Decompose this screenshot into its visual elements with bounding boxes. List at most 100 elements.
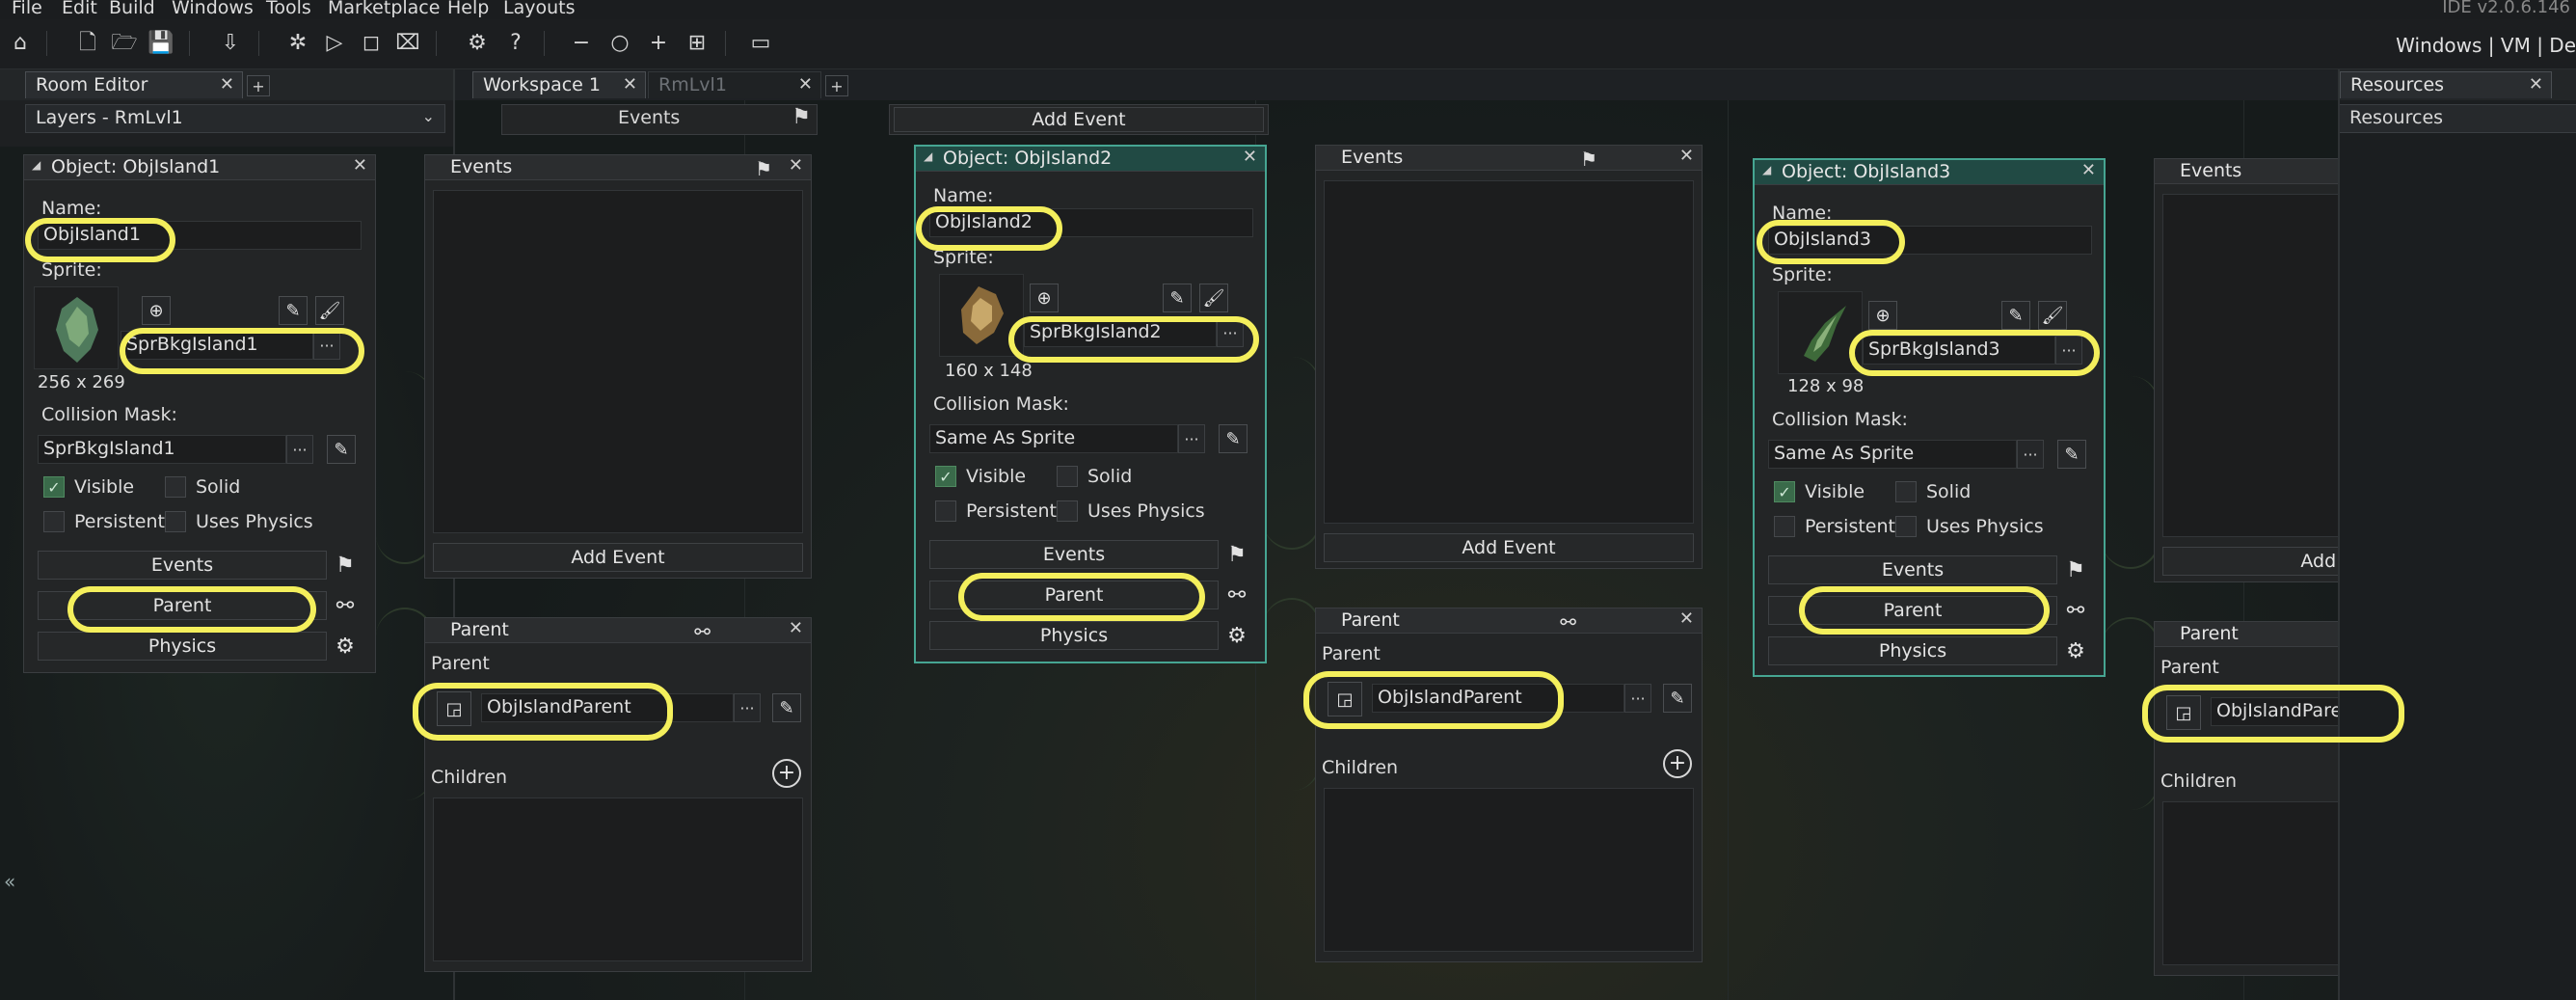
- uses-physics-checkbox[interactable]: [1895, 516, 1917, 537]
- name-field[interactable]: ObjIsland3: [1768, 226, 2092, 255]
- collision-mask-field[interactable]: Same As Sprite: [1768, 440, 2017, 469]
- solid-checkbox[interactable]: [165, 476, 186, 498]
- parent-browse-button[interactable]: ···: [1624, 684, 1651, 713]
- add-event-button[interactable]: Add Event: [1324, 533, 1694, 562]
- layers-dropdown[interactable]: Layers - RmLvl1 ⌄: [25, 104, 445, 133]
- physics-button[interactable]: Physics: [38, 632, 327, 661]
- parent-button[interactable]: Parent: [1768, 596, 2057, 625]
- new-sprite-icon[interactable]: ⊕: [1030, 284, 1059, 312]
- events-list[interactable]: [1324, 180, 1694, 524]
- visible-checkbox[interactable]: ✓: [935, 466, 956, 487]
- parent-tree-icon[interactable]: ⚯: [1222, 581, 1251, 609]
- menu-help[interactable]: Help: [447, 0, 489, 18]
- persistent-checkbox[interactable]: [43, 511, 65, 532]
- menu-layouts[interactable]: Layouts: [503, 0, 576, 18]
- collision-mask-field[interactable]: SprBkgIsland1: [38, 435, 286, 464]
- parent-tree-icon[interactable]: ⚯: [2061, 596, 2090, 625]
- window-header[interactable]: Parent ⚯ ✕: [1316, 608, 1702, 634]
- visible-checkbox[interactable]: ✓: [43, 476, 65, 498]
- sprite-field[interactable]: SprBkgIsland3: [1863, 336, 2055, 365]
- parent-button[interactable]: Parent: [929, 581, 1219, 609]
- name-field[interactable]: ObjIsland1: [38, 221, 362, 250]
- persistent-checkbox[interactable]: [935, 500, 956, 522]
- sprite-thumbnail[interactable]: [34, 286, 119, 369]
- sprite-browse-button[interactable]: ···: [313, 331, 340, 360]
- tab-resources[interactable]: Resources ✕: [2340, 71, 2552, 98]
- zoom-reset-icon[interactable]: ○: [605, 29, 634, 58]
- add-event-button[interactable]: Add Event: [433, 543, 803, 572]
- menu-edit[interactable]: Edit: [62, 0, 97, 18]
- physics-button[interactable]: Physics: [929, 621, 1219, 650]
- close-icon[interactable]: ✕: [2529, 74, 2543, 95]
- collapse-icon[interactable]: ◢: [1762, 163, 1771, 176]
- events-button[interactable]: Events: [1768, 555, 2057, 584]
- gear-icon[interactable]: ⚙: [1222, 621, 1251, 650]
- flag-icon[interactable]: ⚑: [2061, 555, 2090, 584]
- collision-mask-field[interactable]: Same As Sprite: [929, 424, 1178, 453]
- new-sprite-icon[interactable]: ⊕: [142, 296, 171, 325]
- gear-icon[interactable]: ⚙: [2061, 636, 2090, 665]
- name-field[interactable]: ObjIsland2: [929, 208, 1253, 237]
- tab-room-editor[interactable]: Room Editor ✕: [25, 71, 243, 98]
- children-list[interactable]: [1324, 788, 1694, 952]
- fit-icon[interactable]: ⊞: [683, 29, 711, 58]
- debug-icon[interactable]: ✲: [283, 29, 312, 58]
- new-project-icon[interactable]: 🗋: [73, 29, 102, 58]
- add-event-strip-button[interactable]: Add Event: [894, 107, 1264, 132]
- window-header[interactable]: Parent ⚯ ✕: [425, 618, 811, 643]
- edit-image-icon[interactable]: ✎: [279, 296, 308, 325]
- run-icon[interactable]: ▷: [320, 29, 349, 58]
- add-workspace-button[interactable]: +: [825, 75, 848, 96]
- tab-rmlvl1[interactable]: RmLvl1 ✕: [648, 71, 821, 98]
- parent-browse-button[interactable]: ···: [734, 693, 761, 722]
- add-child-icon[interactable]: +: [772, 759, 801, 788]
- settings-icon[interactable]: ⚙: [463, 29, 492, 58]
- sprite-field[interactable]: SprBkgIsland2: [1024, 318, 1217, 347]
- collapse-icon[interactable]: ◢: [924, 149, 932, 163]
- brush-icon[interactable]: 🖌: [2038, 301, 2067, 330]
- edit-mask-icon[interactable]: ✎: [1219, 424, 1248, 453]
- sprite-field[interactable]: SprBkgIsland1: [121, 331, 313, 360]
- parent-button[interactable]: Parent: [38, 591, 327, 620]
- edit-mask-icon[interactable]: ✎: [2057, 440, 2086, 469]
- close-icon[interactable]: ✕: [623, 74, 637, 95]
- parent-tree-icon[interactable]: ⚯: [331, 591, 360, 620]
- edit-parent-icon[interactable]: ✎: [1663, 684, 1692, 713]
- solid-checkbox[interactable]: [1895, 481, 1917, 502]
- edit-image-icon[interactable]: ✎: [1163, 284, 1192, 312]
- home-icon[interactable]: ⌂: [6, 29, 35, 58]
- flag-icon[interactable]: ⚑: [1222, 540, 1251, 569]
- window-header[interactable]: ◢ Object: ObjIsland1 ✕: [24, 155, 375, 180]
- gear-icon[interactable]: ⚙: [331, 632, 360, 661]
- close-icon[interactable]: ✕: [1679, 146, 1694, 166]
- edit-parent-icon[interactable]: ✎: [772, 693, 801, 722]
- tab-workspace-1[interactable]: Workspace 1 ✕: [472, 71, 646, 98]
- add-tab-button[interactable]: +: [247, 75, 270, 96]
- menu-windows[interactable]: Windows: [172, 0, 254, 18]
- solid-checkbox[interactable]: [1057, 466, 1078, 487]
- close-icon[interactable]: ✕: [220, 74, 234, 95]
- window-header[interactable]: Events ⚑ ✕: [1316, 146, 1702, 171]
- window-header[interactable]: Events ⚑ ✕: [425, 155, 811, 180]
- sprite-browse-button[interactable]: ···: [1217, 318, 1244, 347]
- physics-button[interactable]: Physics: [1768, 636, 2057, 665]
- persistent-checkbox[interactable]: [1774, 516, 1795, 537]
- brush-icon[interactable]: 🖌: [315, 296, 344, 325]
- open-project-icon[interactable]: 🗁: [110, 29, 139, 58]
- brush-icon[interactable]: 🖌: [1199, 284, 1228, 312]
- window-header[interactable]: ◢ Object: ObjIsland3 ✕: [1755, 160, 2104, 185]
- uses-physics-checkbox[interactable]: [1057, 500, 1078, 522]
- new-sprite-icon[interactable]: ⊕: [1868, 301, 1897, 330]
- export-icon[interactable]: ⇩: [216, 29, 245, 58]
- stop-icon[interactable]: ◻: [357, 29, 386, 58]
- edit-image-icon[interactable]: ✎: [2001, 301, 2030, 330]
- collapse-left-panel-icon[interactable]: «: [4, 870, 15, 893]
- flag-icon[interactable]: ⚑: [331, 551, 360, 580]
- sprite-browse-button[interactable]: ···: [2055, 336, 2082, 365]
- help-icon[interactable]: ?: [501, 29, 530, 58]
- events-list[interactable]: [433, 190, 803, 533]
- collision-browse-button[interactable]: ···: [286, 435, 313, 464]
- menu-tools[interactable]: Tools: [266, 0, 311, 18]
- menu-build[interactable]: Build: [109, 0, 155, 18]
- close-icon[interactable]: ✕: [789, 155, 803, 176]
